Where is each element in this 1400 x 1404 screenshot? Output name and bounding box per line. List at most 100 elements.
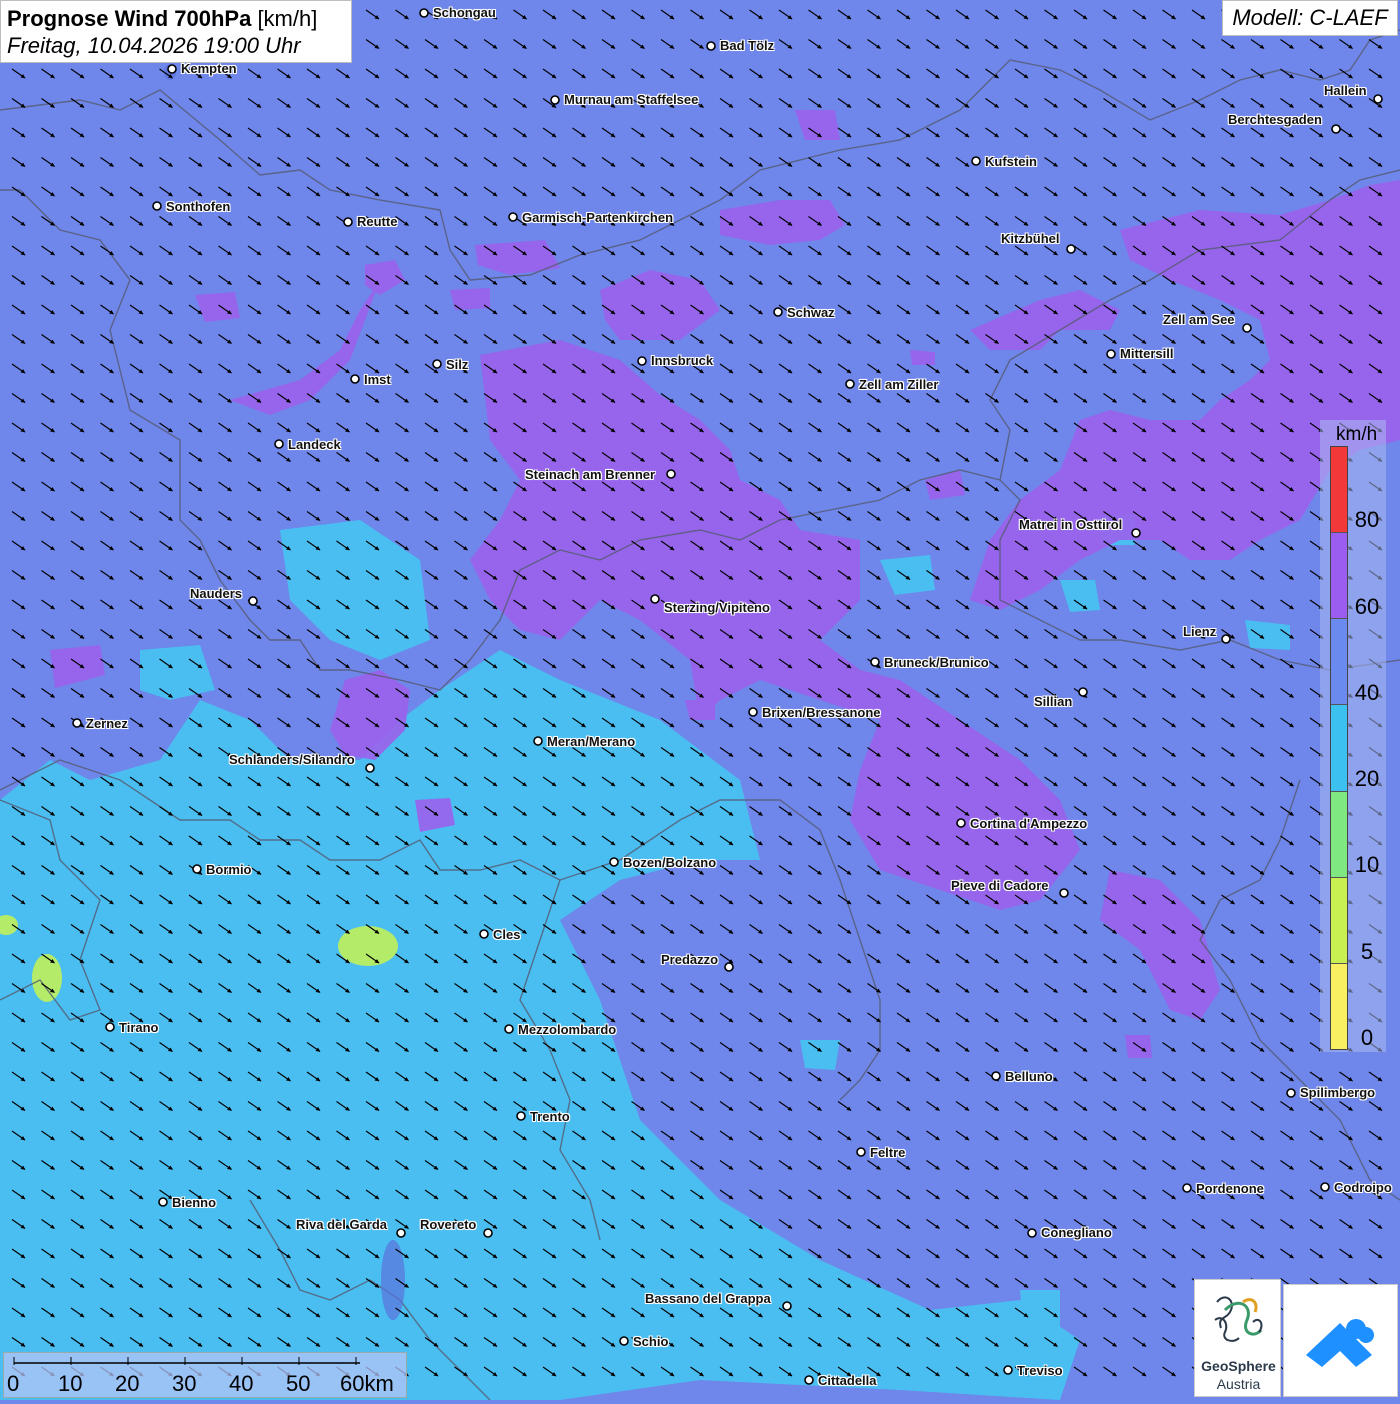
city-dot	[666, 469, 676, 479]
city-label: Spilimbergo	[1300, 1085, 1376, 1100]
city-label: Lienz	[1183, 624, 1217, 639]
city-label: Innsbruck	[651, 353, 714, 368]
city-dot	[1027, 1228, 1037, 1238]
geosphere-sub: Austria	[1216, 1376, 1261, 1392]
mountain-cloud-icon	[1306, 1319, 1374, 1367]
city-label: Riva del Garda	[296, 1217, 388, 1232]
city-dot	[650, 594, 660, 604]
scale-label: 10	[58, 1371, 83, 1396]
city-dot	[350, 374, 360, 384]
legend-segment	[1331, 619, 1347, 706]
legend-label: 0	[1360, 1025, 1374, 1050]
title-main: Prognose Wind 700hPa	[7, 6, 252, 31]
city-label: Belluno	[1005, 1069, 1053, 1084]
city-dot	[1106, 349, 1116, 359]
scale-label: 20	[115, 1371, 140, 1396]
city-dot	[550, 95, 560, 105]
city-dot	[432, 359, 442, 369]
city-label: Hallein	[1324, 83, 1367, 98]
city-label: Kitzbühel	[1001, 231, 1060, 246]
city-label: Bruneck/Brunico	[884, 655, 989, 670]
city-label: Sonthofen	[166, 199, 231, 214]
city-dot	[782, 1301, 792, 1311]
city-dot	[773, 307, 783, 317]
city-label: Schlanders/Silandro	[229, 752, 355, 767]
city-label: Bormio	[206, 862, 252, 877]
scale-label: 30	[172, 1371, 197, 1396]
city-label: Kempten	[181, 61, 237, 76]
city-label: Trento	[530, 1109, 570, 1124]
city-label: Matrei in Osttirol	[1019, 517, 1123, 532]
city-dot	[533, 736, 543, 746]
legend-label: 80	[1354, 507, 1380, 532]
scale-label: 50	[286, 1371, 311, 1396]
city-dot	[1221, 634, 1231, 644]
city-label: Kufstein	[985, 154, 1037, 169]
legend-label: 60	[1354, 594, 1380, 619]
city-dot	[365, 763, 375, 773]
city-label: Rovereto	[420, 1217, 477, 1232]
scale-label: 0	[7, 1371, 20, 1396]
city-dot	[419, 8, 429, 18]
city-dot	[724, 962, 734, 972]
city-label: Landeck	[288, 437, 341, 452]
city-label: Pieve di Cadore	[951, 878, 1049, 893]
city-dot	[105, 1022, 115, 1032]
city-dot	[483, 1228, 493, 1238]
city-label: Bozen/Bolzano	[623, 855, 717, 870]
legend-unit: km/h	[1336, 424, 1378, 445]
city-label: Treviso	[1017, 1363, 1063, 1378]
legend-label: 10	[1354, 852, 1380, 877]
geosphere-logo[interactable]: GeoSphere Austria	[1194, 1279, 1281, 1397]
city-label: Meran/Merano	[547, 734, 636, 749]
scale-label: 60km	[340, 1371, 394, 1396]
city-label: Berchtesgaden	[1228, 112, 1322, 127]
city-label: Bienno	[172, 1195, 217, 1210]
city-dot	[856, 1147, 866, 1157]
city-dot	[1066, 244, 1076, 254]
city-label: Zell am Ziller	[859, 377, 939, 392]
city-dot	[1320, 1182, 1330, 1192]
city-dot	[706, 41, 716, 51]
city-label: Cittadella	[818, 1373, 877, 1388]
city-label: Schwaz	[787, 305, 835, 320]
city-dot	[1373, 94, 1383, 104]
city-label: Sillian	[1034, 694, 1073, 709]
city-dot	[804, 1375, 814, 1385]
legend-segment	[1331, 705, 1347, 792]
weather-app-logo[interactable]	[1283, 1284, 1398, 1397]
city-label: Feltre	[870, 1145, 906, 1160]
city-label: Pordenone	[1196, 1181, 1264, 1196]
city-dot	[508, 212, 518, 222]
city-dot	[1078, 687, 1088, 697]
city-label: Garmisch-Partenkirchen	[522, 210, 674, 225]
city-dot	[1059, 888, 1069, 898]
city-dot	[1003, 1365, 1013, 1375]
city-label: Bad Tölz	[720, 38, 775, 53]
city-dot	[956, 818, 966, 828]
city-label: Silz	[446, 357, 469, 372]
city-dot	[619, 1336, 629, 1346]
map-title: Prognose Wind 700hPa [km/h]	[7, 5, 345, 32]
city-label: Imst	[364, 372, 391, 387]
city-dot	[1182, 1183, 1192, 1193]
city-label: Codroipo	[1334, 1180, 1392, 1195]
city-label: Reutte	[357, 214, 398, 229]
legend-segment	[1331, 791, 1347, 878]
title-unit: [km/h]	[257, 6, 318, 31]
city-dot	[971, 156, 981, 166]
legend-segment	[1331, 447, 1347, 534]
city-label: Mittersill	[1120, 346, 1174, 361]
city-label: Schongau	[433, 5, 496, 20]
city-dot	[479, 929, 489, 939]
city-label: Zernez	[86, 716, 128, 731]
city-dot	[504, 1024, 514, 1034]
city-label: Mezzolombardo	[518, 1022, 617, 1037]
city-label: Conegliano	[1041, 1225, 1112, 1240]
title-box: Prognose Wind 700hPa [km/h] Freitag, 10.…	[0, 0, 352, 63]
city-label: Murnau am Staffelsee	[564, 92, 699, 107]
city-dot	[152, 201, 162, 211]
city-dot	[72, 718, 82, 728]
scale-label: 40	[229, 1371, 254, 1396]
city-dot	[396, 1228, 406, 1238]
